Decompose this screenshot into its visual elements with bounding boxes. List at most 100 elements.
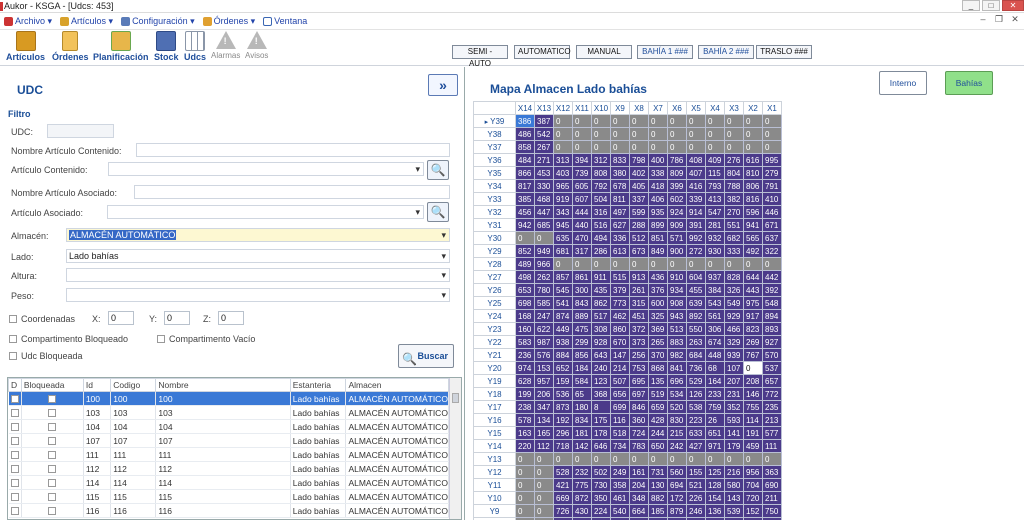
map-cell[interactable]: 0 bbox=[553, 114, 573, 128]
map-cell[interactable]: 347 bbox=[534, 400, 554, 414]
map-cell[interactable]: 0 bbox=[705, 452, 725, 466]
row-bloqueada-checkbox[interactable] bbox=[47, 507, 56, 516]
map-cell[interactable]: 115 bbox=[705, 166, 725, 180]
row-bloqueada-checkbox[interactable] bbox=[47, 437, 56, 446]
map-cell[interactable]: 664 bbox=[629, 504, 649, 518]
map-cell[interactable]: 459 bbox=[743, 439, 763, 453]
map-cell[interactable]: 882 bbox=[648, 491, 668, 505]
map-cell[interactable]: 155 bbox=[686, 465, 706, 479]
map-cell[interactable]: 851 bbox=[648, 231, 668, 245]
map-cell[interactable]: 911 bbox=[591, 270, 611, 284]
map-cell[interactable]: 852 bbox=[515, 244, 535, 258]
bloqueado-checkbox[interactable] bbox=[9, 335, 17, 343]
map-cell[interactable]: 408 bbox=[686, 153, 706, 167]
map-cell[interactable]: 593 bbox=[724, 413, 744, 427]
mdi-restore-button[interactable]: ❐ bbox=[992, 14, 1006, 25]
map-cell[interactable]: 0 bbox=[705, 127, 725, 141]
mode-semi-auto-button[interactable]: SEMI - AUTO bbox=[452, 45, 508, 68]
map-cell[interactable]: 451 bbox=[629, 309, 649, 323]
map-cell[interactable]: 0 bbox=[515, 504, 535, 518]
minimize-button[interactable]: _ bbox=[962, 0, 980, 11]
row-d-checkbox[interactable] bbox=[10, 451, 19, 460]
table-row[interactable]: 107 107 107 Lado bahías ALMACÉN AUTOMÁTICO bbox=[8, 433, 449, 448]
row-d-checkbox-cell[interactable] bbox=[8, 475, 22, 490]
nombre-asociado-input[interactable] bbox=[134, 185, 450, 199]
x-input[interactable]: 0 bbox=[108, 311, 134, 325]
map-cell[interactable]: 874 bbox=[553, 309, 573, 323]
scrollbar-thumb[interactable] bbox=[452, 393, 459, 403]
map-cell[interactable]: 542 bbox=[534, 127, 554, 141]
map-cell[interactable]: 0 bbox=[762, 257, 782, 271]
map-cell[interactable]: 338 bbox=[648, 166, 668, 180]
map-cell[interactable]: 602 bbox=[667, 192, 687, 206]
row-d-checkbox-cell[interactable] bbox=[8, 461, 22, 476]
map-cell[interactable]: 0 bbox=[686, 127, 706, 141]
map-cell[interactable]: 154 bbox=[705, 491, 725, 505]
buscar-button[interactable]: 🔍 Buscar bbox=[398, 344, 454, 368]
map-cell[interactable]: 142 bbox=[572, 439, 592, 453]
map-cell[interactable]: 279 bbox=[762, 166, 782, 180]
interno-button[interactable]: Interno bbox=[879, 71, 927, 95]
map-cell[interactable]: 0 bbox=[724, 140, 744, 154]
map-cell[interactable]: 828 bbox=[724, 270, 744, 284]
map-cell[interactable]: 0 bbox=[534, 452, 554, 466]
map-cell[interactable]: 0 bbox=[515, 491, 535, 505]
map-cell[interactable]: 442 bbox=[762, 270, 782, 284]
map-cell[interactable]: 223 bbox=[686, 413, 706, 427]
map-cell[interactable]: 213 bbox=[762, 413, 782, 427]
map-cell[interactable]: 143 bbox=[724, 491, 744, 505]
map-cell[interactable]: 0 bbox=[667, 114, 687, 128]
map-cell[interactable]: 373 bbox=[629, 335, 649, 349]
map-cell[interactable]: 244 bbox=[648, 426, 668, 440]
map-cell[interactable]: 892 bbox=[686, 309, 706, 323]
map-cell[interactable]: 843 bbox=[572, 296, 592, 310]
map-cell[interactable]: 646 bbox=[591, 439, 611, 453]
map-cell[interactable]: 0 bbox=[572, 257, 592, 271]
map-cell[interactable]: 286 bbox=[591, 244, 611, 258]
map-cell[interactable]: 560 bbox=[667, 465, 687, 479]
map-cell[interactable]: 518 bbox=[610, 426, 630, 440]
menu-configuracion[interactable]: Configuración ▾ bbox=[121, 16, 195, 27]
map-cell[interactable]: 263 bbox=[686, 335, 706, 349]
map-cell[interactable]: 216 bbox=[724, 465, 744, 479]
map-cell[interactable]: 704 bbox=[743, 478, 763, 492]
map-cell[interactable]: 857 bbox=[553, 270, 573, 284]
map-cell[interactable]: 0 bbox=[762, 127, 782, 141]
map-cell[interactable]: 440 bbox=[572, 218, 592, 232]
map-cell[interactable]: 0 bbox=[762, 452, 782, 466]
map-cell[interactable]: 0 bbox=[667, 127, 687, 141]
map-cell[interactable]: 199 bbox=[515, 387, 535, 401]
y-input[interactable]: 0 bbox=[164, 311, 190, 325]
map-cell[interactable]: 214 bbox=[610, 361, 630, 375]
map-cell[interactable]: 561 bbox=[705, 309, 725, 323]
map-cell[interactable]: 893 bbox=[762, 322, 782, 336]
map-cell[interactable]: 914 bbox=[686, 205, 706, 219]
mode-manual-button[interactable]: MANUAL bbox=[576, 45, 632, 59]
map-cell[interactable]: 494 bbox=[591, 231, 611, 245]
map-cell[interactable]: 315 bbox=[629, 296, 649, 310]
map-cell[interactable]: 0 bbox=[629, 257, 649, 271]
map-cell[interactable]: 909 bbox=[667, 218, 687, 232]
map-cell[interactable]: 421 bbox=[553, 478, 573, 492]
map-cell[interactable]: 773 bbox=[610, 296, 630, 310]
map-cell[interactable]: 956 bbox=[743, 465, 763, 479]
mdi-close-button[interactable]: ✕ bbox=[1008, 14, 1022, 25]
map-cell[interactable]: 858 bbox=[515, 140, 535, 154]
map-cell[interactable]: 730 bbox=[591, 478, 611, 492]
map-cell[interactable]: 547 bbox=[705, 205, 725, 219]
map-cell[interactable]: 410 bbox=[762, 192, 782, 206]
map-cell[interactable]: 633 bbox=[686, 426, 706, 440]
map-cell[interactable]: 372 bbox=[629, 322, 649, 336]
map-cell[interactable]: 343 bbox=[553, 205, 573, 219]
map-cell[interactable]: 808 bbox=[591, 166, 611, 180]
map-cell[interactable]: 224 bbox=[591, 504, 611, 518]
map-cell[interactable]: 699 bbox=[610, 400, 630, 414]
map-cell[interactable]: 185 bbox=[648, 504, 668, 518]
map-cell[interactable]: 0 bbox=[534, 231, 554, 245]
map-cell[interactable]: 0 bbox=[686, 452, 706, 466]
map-cell[interactable]: 513 bbox=[667, 322, 687, 336]
toolbar-avisos-button[interactable]: ! Avisos bbox=[245, 31, 268, 60]
map-cell[interactable]: 685 bbox=[534, 218, 554, 232]
map-cell[interactable]: 249 bbox=[610, 465, 630, 479]
map-cell[interactable]: 466 bbox=[724, 322, 744, 336]
